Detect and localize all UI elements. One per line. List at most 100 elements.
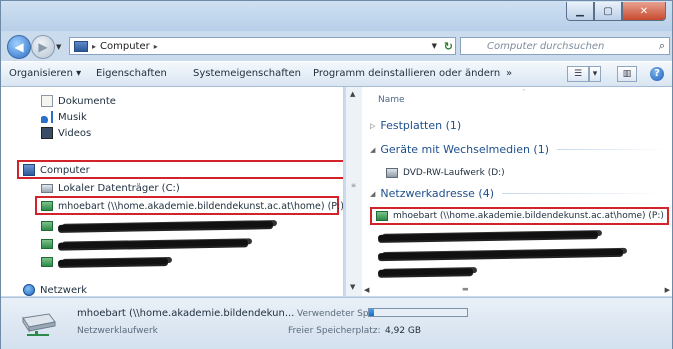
scroll-right-icon[interactable]: ▶: [665, 286, 670, 294]
expanded-arrow-icon: ◢: [370, 189, 376, 198]
details-free-label: Freier Speicherplatz:: [288, 326, 381, 336]
breadcrumb-separator[interactable]: ▸: [154, 42, 158, 51]
chevron-down-icon: ▾: [592, 69, 598, 79]
network-drive-icon: [41, 257, 53, 267]
details-drive-type: Netzwerklaufwerk: [77, 326, 158, 336]
scroll-down-icon[interactable]: ▼: [350, 283, 355, 291]
used-space-bar: [368, 308, 468, 317]
redaction-scribble: [377, 268, 474, 276]
nav-item-computer[interactable]: Computer: [23, 162, 90, 178]
group-header-removable[interactable]: ◢ Geräte mit Wechselmedien (1): [370, 143, 666, 156]
details-pane: mhoebart (\\home.akademie.bildendekun...…: [1, 297, 672, 349]
nav-item-label: Videos: [58, 127, 92, 139]
search-icon[interactable]: ⌕: [659, 39, 665, 53]
network-drive-icon: [22, 313, 56, 336]
maximize-icon: ▢: [603, 5, 613, 17]
minimize-button[interactable]: ▁: [566, 2, 594, 21]
music-icon: [41, 111, 53, 123]
network-drive-icon: [41, 201, 53, 211]
nav-item-redacted-drive[interactable]: [41, 254, 169, 270]
properties-button[interactable]: Eigenschaften: [96, 68, 167, 79]
help-icon[interactable]: ?: [650, 67, 664, 81]
nav-item-label: Musik: [58, 111, 87, 123]
system-properties-button[interactable]: Systemeigenschaften: [193, 68, 301, 79]
minimize-icon: ▁: [576, 5, 584, 17]
expanded-arrow-icon: ◢: [370, 145, 376, 154]
preview-pane-button[interactable]: ▥: [617, 66, 637, 82]
network-drive-icon: [376, 211, 388, 221]
refresh-icon[interactable]: ↻: [444, 40, 453, 53]
used-space-fill: [369, 309, 374, 316]
nav-item-local-disk[interactable]: Lokaler Datenträger (C:): [41, 180, 180, 196]
item-redacted-drive[interactable]: [377, 264, 474, 280]
item-redacted-drive[interactable]: [377, 246, 624, 262]
caption-buttons: ▁ ▢ ✕: [566, 2, 666, 21]
content-pane: Name ˆ ▷ Festplatten (1) ◢ Geräte mit We…: [362, 87, 672, 296]
nav-item-label: mhoebart (\\home.akademie.bildendekunst.…: [58, 200, 344, 212]
group-label: Netzwerkadresse (4): [380, 187, 495, 200]
arrow-right-icon: ▶: [38, 40, 48, 54]
address-bar[interactable]: ▸ Computer ▸ ▼ ↻: [69, 37, 456, 55]
scrollbar-thumb[interactable]: ≡: [349, 182, 358, 190]
network-drive-icon: [41, 239, 53, 249]
content-horizontal-scrollbar[interactable]: ◀ ▬ ▶: [362, 285, 672, 297]
more-commands-button[interactable]: »: [506, 68, 512, 79]
group-label: Geräte mit Wechselmedien (1): [380, 143, 550, 156]
nav-item-documents[interactable]: Dokumente: [41, 93, 116, 109]
item-dvd-drive[interactable]: DVD-RW-Laufwerk (D:): [386, 165, 505, 181]
group-header-hard-drives[interactable]: ▷ Festplatten (1): [370, 119, 660, 132]
chevron-down-icon: ▼: [56, 43, 62, 51]
nav-item-network[interactable]: Netzwerk: [23, 282, 87, 296]
sort-indicator-icon: ˆ: [522, 89, 526, 97]
maximize-button[interactable]: ▢: [594, 2, 622, 21]
uninstall-program-button[interactable]: Programm deinstallieren oder ändern: [313, 68, 500, 79]
close-button[interactable]: ✕: [622, 2, 666, 21]
group-divider: [502, 193, 666, 194]
organize-menu[interactable]: Organisieren ▾: [9, 68, 81, 79]
explorer-window: ▁ ▢ ✕ ◀ ▶ ▼ ▸ Computer ▸ ▼ ↻ Computer du…: [0, 0, 673, 349]
nav-item-label: Computer: [40, 164, 90, 176]
nav-item-redacted-drive[interactable]: [41, 236, 249, 252]
nav-item-videos[interactable]: Videos: [41, 125, 91, 141]
item-label: DVD-RW-Laufwerk (D:): [403, 168, 505, 178]
title-bar: ▁ ▢ ✕: [1, 1, 672, 31]
back-button[interactable]: ◀: [7, 35, 31, 59]
nav-item-music[interactable]: Musik: [41, 109, 87, 125]
nav-item-mapped-drive[interactable]: mhoebart (\\home.akademie.bildendekunst.…: [41, 198, 344, 214]
close-icon: ✕: [639, 5, 649, 17]
recent-pages-dropdown[interactable]: ▼: [56, 43, 61, 51]
navigation-pane-scrollbar[interactable]: ▲ ≡ ▼: [345, 87, 362, 296]
network-icon: [23, 284, 35, 296]
command-bar: Organisieren ▾ Eigenschaften Systemeigen…: [1, 61, 672, 87]
documents-icon: [41, 95, 53, 107]
forward-button[interactable]: ▶: [31, 35, 55, 59]
group-label: Festplatten (1): [380, 119, 462, 132]
nav-item-label: Netzwerk: [40, 284, 88, 296]
dvd-drive-icon: [386, 168, 398, 178]
address-dropdown-icon[interactable]: ▼: [432, 42, 437, 50]
scroll-left-icon[interactable]: ◀: [364, 286, 369, 294]
preview-pane-icon: ▥: [622, 69, 632, 79]
group-header-network-locations[interactable]: ◢ Netzwerkadresse (4): [370, 187, 666, 200]
redaction-scribble: [377, 231, 599, 241]
search-input[interactable]: Computer durchsuchen ⌕: [460, 37, 670, 55]
redaction-scribble: [57, 221, 274, 231]
search-placeholder: Computer durchsuchen: [487, 40, 605, 52]
hard-drive-icon: [41, 183, 53, 193]
view-icon: ☰: [573, 69, 583, 79]
nav-item-label: Lokaler Datenträger (C:): [58, 182, 180, 194]
computer-icon: [74, 40, 88, 52]
change-view-button[interactable]: ☰: [567, 66, 589, 82]
nav-item-redacted-drive[interactable]: [41, 218, 274, 234]
item-redacted-drive[interactable]: [377, 228, 599, 244]
item-mapped-drive[interactable]: mhoebart (\\home.akademie.bildendekunst.…: [376, 208, 664, 224]
view-options-button[interactable]: ▾: [589, 66, 601, 82]
scroll-up-icon[interactable]: ▲: [350, 90, 355, 98]
breadcrumb-computer[interactable]: Computer: [100, 41, 150, 52]
column-header-name[interactable]: Name: [378, 95, 405, 105]
scrollbar-thumb[interactable]: ▬: [462, 285, 469, 293]
computer-icon: [23, 164, 35, 176]
videos-icon: [41, 127, 53, 139]
details-drive-name: mhoebart (\\home.akademie.bildendekun...: [77, 308, 295, 319]
item-label: mhoebart (\\home.akademie.bildendekunst.…: [393, 211, 664, 221]
